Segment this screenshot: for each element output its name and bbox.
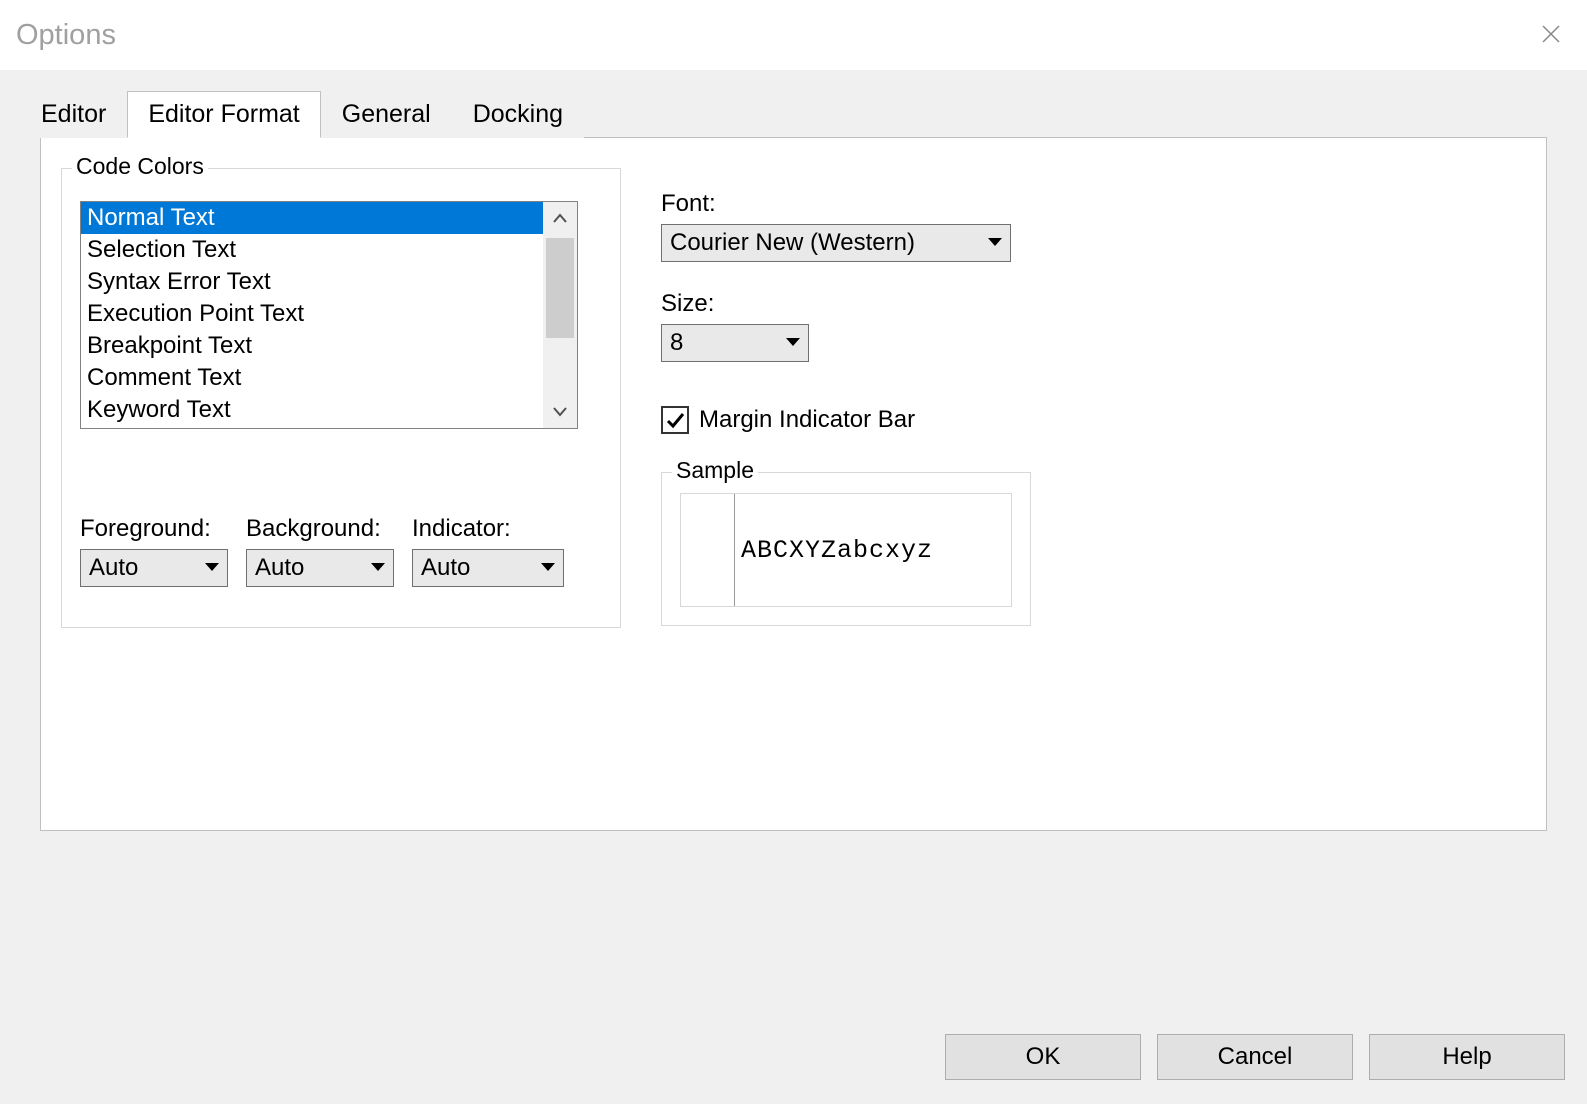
chevron-down-icon bbox=[533, 563, 563, 573]
list-item[interactable]: Comment Text bbox=[81, 362, 543, 394]
font-label: Font: bbox=[661, 190, 1061, 218]
indicator-combo[interactable]: Auto bbox=[412, 549, 564, 587]
chevron-up-icon bbox=[552, 211, 568, 227]
sample-legend: Sample bbox=[672, 457, 758, 484]
indicator-label: Indicator: bbox=[412, 515, 564, 543]
foreground-combo[interactable]: Auto bbox=[80, 549, 228, 587]
chevron-down-icon bbox=[197, 563, 227, 573]
size-combo[interactable]: 8 bbox=[661, 324, 809, 362]
list-item[interactable]: Keyword Text bbox=[81, 394, 543, 426]
chevron-down-icon bbox=[778, 338, 808, 348]
list-item[interactable]: Breakpoint Text bbox=[81, 330, 543, 362]
indicator-value: Auto bbox=[413, 554, 533, 582]
chevron-down-icon bbox=[363, 563, 393, 573]
tab-general[interactable]: General bbox=[321, 91, 452, 138]
chevron-down-icon bbox=[980, 238, 1010, 248]
sample-group: Sample ABCXYZabcxyz bbox=[661, 472, 1031, 626]
help-button[interactable]: Help bbox=[1369, 1034, 1565, 1080]
close-icon bbox=[1541, 24, 1561, 44]
list-item[interactable]: Syntax Error Text bbox=[81, 266, 543, 298]
listbox-scrollbar[interactable] bbox=[543, 202, 577, 428]
font-value: Courier New (Western) bbox=[662, 229, 980, 257]
scroll-down-button[interactable] bbox=[543, 394, 577, 428]
tabs: Editor Editor Format General Docking bbox=[20, 91, 1567, 138]
size-value: 8 bbox=[662, 329, 778, 357]
sample-box: ABCXYZabcxyz bbox=[680, 493, 1012, 607]
code-colors-group: Code Colors Normal Text Selection Text S… bbox=[61, 168, 621, 628]
margin-indicator-label: Margin Indicator Bar bbox=[699, 406, 915, 434]
tab-editor[interactable]: Editor bbox=[20, 91, 127, 138]
code-colors-legend: Code Colors bbox=[72, 153, 208, 180]
font-combo[interactable]: Courier New (Western) bbox=[661, 224, 1011, 262]
sample-margin bbox=[681, 494, 735, 606]
scroll-thumb[interactable] bbox=[546, 238, 574, 338]
close-button[interactable] bbox=[1533, 16, 1569, 55]
tab-docking[interactable]: Docking bbox=[452, 91, 584, 138]
margin-indicator-checkbox[interactable] bbox=[661, 406, 689, 434]
size-label: Size: bbox=[661, 290, 1061, 318]
chevron-down-icon bbox=[552, 403, 568, 419]
list-item[interactable]: Normal Text bbox=[81, 202, 543, 234]
background-label: Background: bbox=[246, 515, 394, 543]
dialog-body: Editor Editor Format General Docking Cod… bbox=[0, 70, 1587, 1104]
window-title: Options bbox=[16, 19, 116, 52]
ok-button[interactable]: OK bbox=[945, 1034, 1141, 1080]
background-combo[interactable]: Auto bbox=[246, 549, 394, 587]
foreground-label: Foreground: bbox=[80, 515, 228, 543]
list-item[interactable]: Execution Point Text bbox=[81, 298, 543, 330]
background-value: Auto bbox=[247, 554, 363, 582]
tab-editor-format[interactable]: Editor Format bbox=[127, 91, 320, 138]
cancel-button[interactable]: Cancel bbox=[1157, 1034, 1353, 1080]
list-item[interactable]: Selection Text bbox=[81, 234, 543, 266]
check-icon bbox=[665, 410, 685, 430]
titlebar: Options bbox=[0, 0, 1587, 70]
tab-panel-editor-format: Code Colors Normal Text Selection Text S… bbox=[40, 137, 1547, 831]
dialog-buttons: OK Cancel Help bbox=[945, 1034, 1565, 1080]
scroll-up-button[interactable] bbox=[543, 202, 577, 236]
code-colors-listbox[interactable]: Normal Text Selection Text Syntax Error … bbox=[80, 201, 578, 429]
sample-text: ABCXYZabcxyz bbox=[735, 494, 1011, 606]
foreground-value: Auto bbox=[81, 554, 197, 582]
